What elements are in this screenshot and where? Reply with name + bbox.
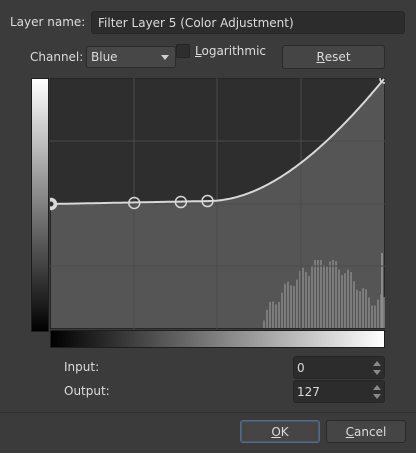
histogram-bar (338, 269, 340, 328)
output-gradient-bar (31, 78, 49, 332)
channel-label: Channel: (30, 50, 84, 64)
chevron-down-icon (161, 54, 169, 60)
histogram-bar (272, 301, 274, 328)
histogram-bar (344, 273, 346, 328)
layer-name-label: Layer name: (10, 15, 86, 29)
logarithmic-label[interactable]: Logarithmic (195, 44, 266, 58)
histogram-bar (320, 260, 322, 328)
divider (0, 412, 416, 413)
channel-select[interactable]: Blue (86, 46, 176, 68)
layer-name-input[interactable]: Filter Layer 5 (Color Adjustment) (91, 11, 405, 34)
histogram-bar (350, 272, 352, 328)
histogram-bar (381, 253, 383, 328)
histogram-bar (383, 297, 385, 328)
histogram-bar (278, 301, 280, 328)
histogram-bar (323, 264, 325, 328)
ok-button[interactable]: OK (240, 420, 320, 443)
histogram-bar (269, 301, 271, 328)
histogram-bar (353, 281, 355, 328)
spin-down-icon[interactable] (373, 393, 381, 399)
output-value: 127 (297, 384, 320, 399)
histogram-bar (362, 288, 364, 328)
cancel-button[interactable]: Cancel (326, 420, 406, 443)
histogram-bar (326, 266, 328, 328)
histogram-bar (290, 285, 292, 328)
logarithmic-checkbox[interactable] (176, 44, 190, 58)
histogram-bar (371, 305, 373, 328)
input-value: 0 (297, 360, 305, 375)
histogram-bar (284, 283, 286, 328)
curve-editor[interactable] (50, 78, 385, 329)
histogram-bar (308, 275, 310, 328)
histogram-bar (293, 286, 295, 328)
histogram-bar (332, 260, 334, 328)
histogram-bar (296, 279, 298, 328)
histogram-bar (266, 309, 268, 328)
input-label: Input: (64, 360, 100, 374)
histogram-bar (287, 281, 289, 328)
input-gradient-bar (50, 330, 385, 348)
channel-select-value: Blue (91, 50, 118, 64)
output-label: Output: (64, 384, 110, 398)
histogram-bar (368, 297, 370, 328)
histogram-bar (374, 305, 376, 328)
histogram-bar (302, 267, 304, 328)
histogram-bar (359, 291, 361, 328)
input-spinbox[interactable]: 0 (293, 356, 385, 379)
spin-up-icon[interactable] (373, 360, 381, 366)
spin-down-icon[interactable] (373, 369, 381, 375)
output-spinbox[interactable]: 127 (293, 380, 385, 403)
histogram-bar (263, 320, 265, 328)
histogram-bar (377, 299, 379, 328)
histogram-bar (356, 289, 358, 328)
histogram-bar (365, 289, 367, 328)
histogram-bar (335, 261, 337, 328)
histogram-bar (281, 292, 283, 328)
histogram-bar (347, 269, 349, 328)
histogram-bar (305, 271, 307, 328)
histogram-bar (275, 304, 277, 328)
reset-button[interactable]: Reset (282, 45, 385, 69)
histogram-bar (317, 260, 319, 328)
histogram-bar (329, 261, 331, 328)
histogram-bar (311, 265, 313, 328)
spin-up-icon[interactable] (373, 384, 381, 390)
histogram-bar (341, 275, 343, 328)
histogram-bar (314, 260, 316, 328)
